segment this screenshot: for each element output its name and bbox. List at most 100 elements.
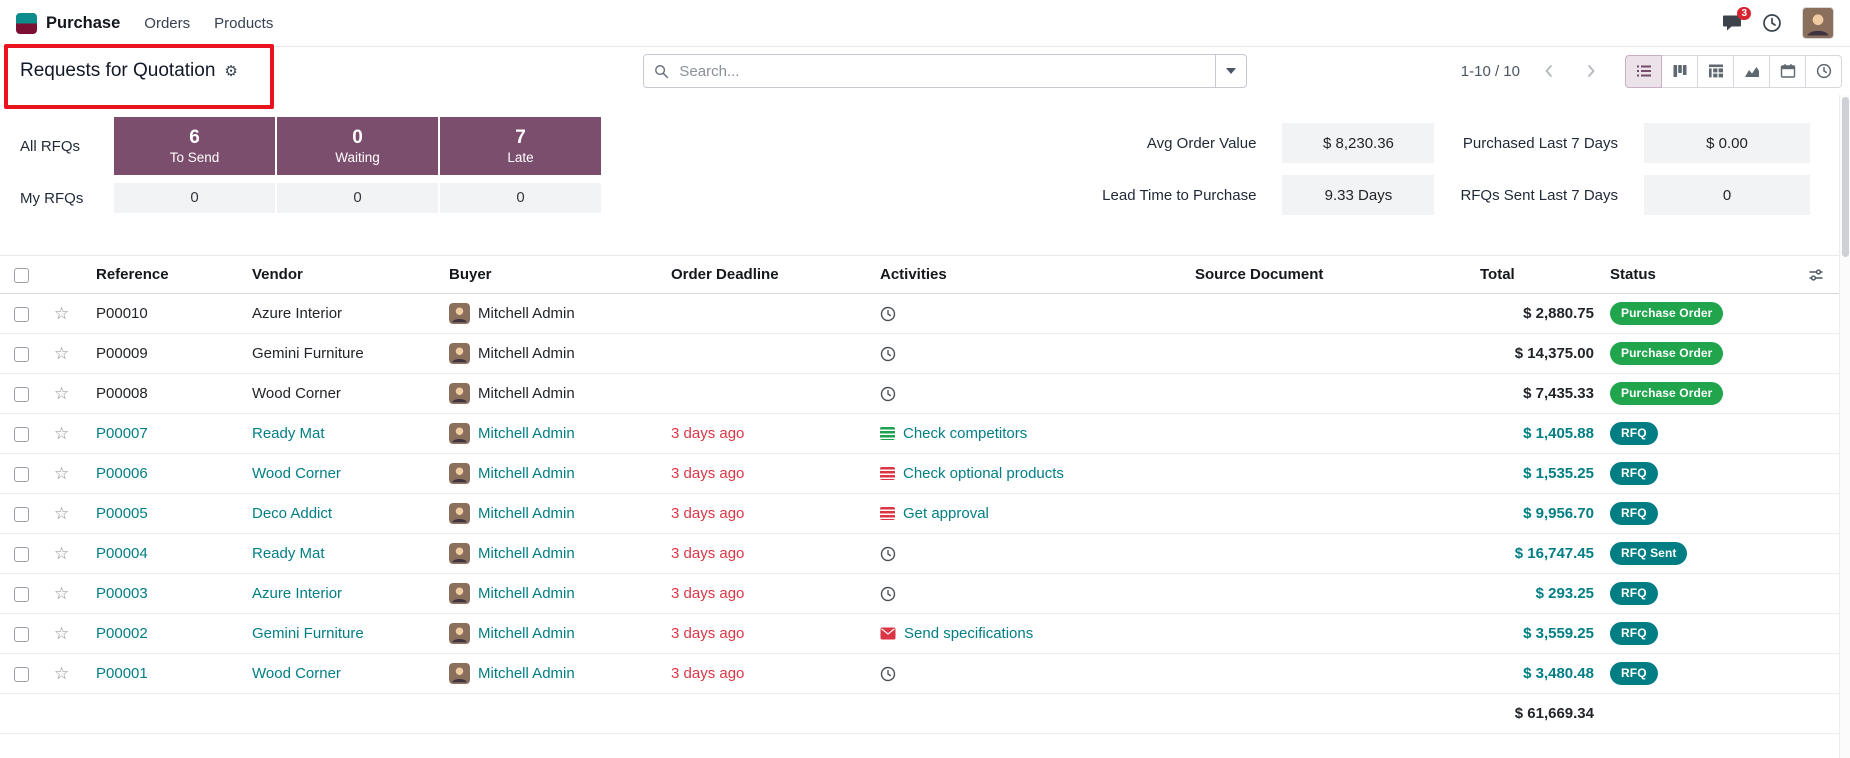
activities-button[interactable] [1762,13,1782,33]
search-options-button[interactable] [1215,55,1246,87]
table-row[interactable]: ☆P00010Azure InteriorMitchell Admin$ 2,8… [0,294,1840,334]
column-header-reference[interactable]: Reference [88,256,244,294]
row-checkbox[interactable] [14,387,29,402]
star-icon[interactable]: ☆ [54,544,69,563]
view-button-list[interactable] [1625,55,1662,88]
row-vendor: Ready Mat [244,414,441,454]
star-icon[interactable]: ☆ [54,384,69,403]
activity-clock-icon[interactable] [880,306,896,322]
column-header-activities[interactable]: Activities [872,256,1187,294]
row-reference[interactable]: P00006 [88,454,244,494]
dash-card-all-rfqs-to-send[interactable]: 6To Send [114,117,275,175]
view-switcher [1626,55,1842,88]
table-row[interactable]: ☆P00002Gemini FurnitureMitchell Admin3 d… [0,614,1840,654]
row-reference[interactable]: P00001 [88,654,244,694]
gear-icon[interactable]: ⚙ [224,64,237,79]
messages-button[interactable]: 3 [1722,14,1742,32]
row-checkbox[interactable] [14,627,29,642]
activity-list-red-icon[interactable] [880,507,895,520]
select-all-checkbox[interactable] [14,268,29,283]
user-avatar[interactable] [1802,7,1834,39]
dash-filter-all-rfqs[interactable]: All RFQs [20,117,112,175]
star-icon[interactable]: ☆ [54,304,69,323]
activity-label[interactable]: Send specifications [904,625,1033,642]
star-icon[interactable]: ☆ [54,584,69,603]
table-row[interactable]: ☆P00008Wood CornerMitchell Admin$ 7,435.… [0,374,1840,414]
view-button-calendar[interactable] [1769,55,1806,88]
dash-card-my-rfqs-col3[interactable]: 0 [440,183,601,213]
row-checkbox[interactable] [14,547,29,562]
view-button-pivot[interactable] [1697,55,1734,88]
column-header-vendor[interactable]: Vendor [244,256,441,294]
activity-clock-icon[interactable] [880,666,896,682]
activity-label[interactable]: Check competitors [903,425,1027,442]
view-button-activity[interactable] [1805,55,1842,88]
activity-label[interactable]: Get approval [903,505,989,522]
star-icon[interactable]: ☆ [54,424,69,443]
activity-list-green-icon[interactable] [880,427,895,440]
table-row[interactable]: ☆P00009Gemini FurnitureMitchell Admin$ 1… [0,334,1840,374]
search-input[interactable] [677,62,1215,81]
view-button-graph[interactable] [1733,55,1770,88]
column-header-total[interactable]: Total [1472,256,1602,294]
row-reference[interactable]: P00003 [88,574,244,614]
star-icon[interactable]: ☆ [54,504,69,523]
table-row[interactable]: ☆P00007Ready MatMitchell Admin3 days ago… [0,414,1840,454]
star-icon[interactable]: ☆ [54,664,69,683]
table-row[interactable]: ☆P00005Deco AddictMitchell Admin3 days a… [0,494,1840,534]
row-reference[interactable]: P00005 [88,494,244,534]
row-checkbox[interactable] [14,307,29,322]
table-row[interactable]: ☆P00006Wood CornerMitchell Admin3 days a… [0,454,1840,494]
row-reference[interactable]: P00009 [88,334,244,374]
activity-list-red-icon[interactable] [880,467,895,480]
menu-item-orders[interactable]: Orders [144,15,190,32]
menu-item-products[interactable]: Products [214,15,273,32]
topbar: Purchase Orders Products 3 [0,0,1850,47]
activity-label[interactable]: Check optional products [903,465,1064,482]
star-icon[interactable]: ☆ [54,344,69,363]
row-reference[interactable]: P00008 [88,374,244,414]
row-checkbox[interactable] [14,347,29,362]
app-name[interactable]: Purchase [46,14,120,33]
dash-card-all-rfqs-late[interactable]: 7Late [440,117,601,175]
column-header-buyer[interactable]: Buyer [441,256,663,294]
row-checkbox[interactable] [14,507,29,522]
star-icon[interactable]: ☆ [54,464,69,483]
caret-down-icon [1226,68,1236,74]
activity-clock-icon[interactable] [880,386,896,402]
pager-previous-button[interactable] [1534,56,1564,86]
row-reference[interactable]: P00007 [88,414,244,454]
app-switcher[interactable]: Purchase [16,13,120,34]
buyer-name: Mitchell Admin [478,385,575,402]
activity-clock-icon[interactable] [880,586,896,602]
optional-columns-icon[interactable] [1800,267,1832,283]
activity-clock-icon[interactable] [880,546,896,562]
dash-card-all-rfqs-waiting[interactable]: 0Waiting [277,117,438,175]
row-checkbox[interactable] [14,427,29,442]
pager-next-button[interactable] [1576,56,1606,86]
column-header-order-deadline[interactable]: Order Deadline [663,256,872,294]
row-checkbox[interactable] [14,587,29,602]
activity-envelope-red-icon[interactable] [880,627,896,640]
row-reference[interactable]: P00010 [88,294,244,334]
row-total: $ 2,880.75 [1472,294,1602,334]
table-row[interactable]: ☆P00003Azure InteriorMitchell Admin3 day… [0,574,1840,614]
activity-clock-icon[interactable] [880,346,896,362]
column-header-status[interactable]: Status [1602,256,1792,294]
table-row[interactable]: ☆P00001Wood CornerMitchell Admin3 days a… [0,654,1840,694]
row-checkbox[interactable] [14,667,29,682]
chevron-right-icon [1583,63,1599,79]
column-header-source-document[interactable]: Source Document [1187,256,1472,294]
dash-filter-my-rfqs[interactable]: My RFQs [20,183,112,213]
row-reference[interactable]: P00004 [88,534,244,574]
row-total: $ 16,747.45 [1472,534,1602,574]
table-row[interactable]: ☆P00004Ready MatMitchell Admin3 days ago… [0,534,1840,574]
view-button-kanban[interactable] [1661,55,1698,88]
dash-card-my-rfqs-col2[interactable]: 0 [277,183,438,213]
star-icon[interactable]: ☆ [54,624,69,643]
row-reference[interactable]: P00002 [88,614,244,654]
status-badge: RFQ [1610,622,1658,644]
row-checkbox[interactable] [14,467,29,482]
dash-card-my-rfqs-col1[interactable]: 0 [114,183,275,213]
scrollbar-thumb[interactable] [1842,97,1849,257]
